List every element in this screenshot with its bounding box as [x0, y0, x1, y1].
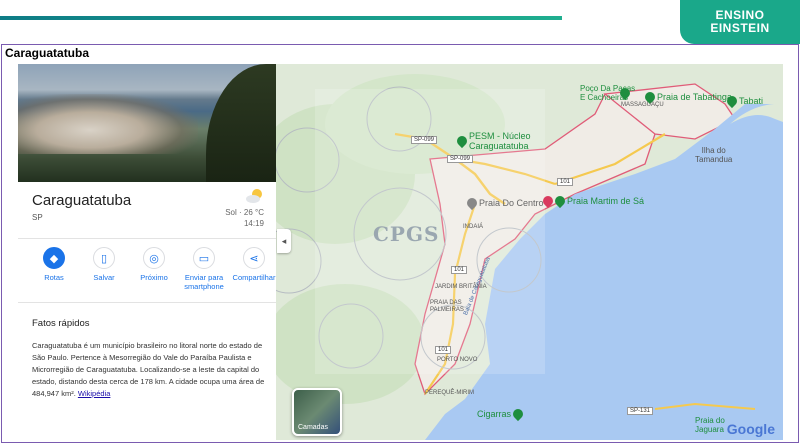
map-pin-icon — [552, 193, 568, 209]
map-pin-icon — [454, 133, 470, 149]
send-to-phone-button[interactable]: ▭ Enviar para smartphone — [180, 247, 228, 291]
send-to-phone-icon: ▭ — [193, 247, 215, 269]
poi-selected-marker[interactable] — [540, 193, 556, 209]
weather-condition: Sol · 26 °C — [225, 208, 264, 217]
action-row: ◆ Rotas ▯ Salvar ◎ Próximo ▭ Enviar para… — [18, 247, 276, 291]
road-label: 101 — [435, 346, 452, 354]
action-label: Salvar — [93, 273, 115, 282]
place-panel: Caraguatatuba SP Sol · 26 °C 14:19 ◆ Rot… — [18, 64, 276, 440]
area-label: PRAIA DAS PALMEIRAS — [430, 300, 464, 313]
poi-praia-jaguara[interactable]: Praia do Jaguara — [695, 416, 725, 434]
map-pin-icon — [724, 93, 740, 109]
place-photo[interactable] — [18, 64, 276, 182]
slide: ENSINO EINSTEIN Caraguatatuba CPGS SP-09… — [0, 0, 800, 445]
share-button[interactable]: ⋖ Compartilhar — [230, 247, 278, 291]
brand-logo: ENSINO EINSTEIN — [680, 0, 800, 44]
road-label: SP-099 — [411, 136, 438, 144]
road-label: SP-131 — [627, 407, 654, 415]
header-accent-bar — [0, 16, 562, 20]
divider — [18, 238, 276, 239]
place-name: Caraguatatuba — [32, 192, 132, 209]
watermark-text: CPGS — [373, 222, 440, 246]
area-label: INDAIÁ — [463, 224, 484, 230]
island-label: Ilha do Tamandua — [695, 146, 733, 164]
photo-city — [18, 94, 198, 154]
nearby-button[interactable]: ◎ Próximo — [130, 247, 178, 291]
action-label: Compartilhar — [232, 273, 276, 282]
photo-hill — [206, 64, 276, 182]
map-pin-icon — [617, 85, 633, 101]
selected-pin-icon — [540, 193, 556, 209]
slide-title: Caraguatatuba — [5, 46, 90, 60]
directions-icon: ◆ — [43, 247, 65, 269]
area-label: PEREQUÊ-MIRIM — [425, 390, 475, 396]
place-state: SP — [32, 213, 43, 222]
poi-tabati[interactable]: Tabati — [724, 93, 763, 109]
weather-time: 14:19 — [243, 219, 264, 228]
share-icon: ⋖ — [243, 247, 265, 269]
area-label: PORTO NOVO — [437, 357, 478, 363]
poi-praia-tabatinga[interactable]: Praia de Tabatinga — [642, 89, 732, 105]
collapse-panel-button[interactable]: ◂ — [277, 229, 291, 253]
wikipedia-link[interactable]: Wikipédia — [78, 389, 111, 398]
poi-cigarras[interactable]: Cigarras — [477, 406, 526, 422]
action-label: Rotas — [44, 273, 64, 282]
quick-facts-body: Caraguatatuba é um município brasileiro … — [32, 341, 265, 398]
quick-facts-heading: Fatos rápidos — [32, 318, 90, 329]
map-view[interactable]: CPGS SP-099 SP-099 101 101 101 SP-131 Po… — [275, 64, 783, 440]
poi-praia-do-centro[interactable]: Praia Do Centro — [464, 195, 544, 211]
area-label: MASSAGUAÇU — [621, 102, 664, 108]
partly-sunny-icon — [246, 189, 262, 203]
quick-facts-text: Caraguatatuba é um município brasileiro … — [32, 340, 272, 400]
layers-button[interactable]: Camadas — [292, 388, 342, 436]
nearby-icon: ◎ — [143, 247, 165, 269]
action-label: Próximo — [140, 273, 168, 282]
layers-label: Camadas — [298, 424, 328, 431]
road-label: SP-099 — [447, 155, 474, 163]
road-label: 101 — [557, 178, 574, 186]
directions-button[interactable]: ◆ Rotas — [30, 247, 78, 291]
chevron-left-icon: ◂ — [281, 236, 287, 246]
save-button[interactable]: ▯ Salvar — [80, 247, 128, 291]
map-pin-icon — [464, 195, 480, 211]
divider — [18, 302, 276, 303]
map-pin-icon — [510, 406, 526, 422]
bookmark-icon: ▯ — [93, 247, 115, 269]
poi-pesm[interactable]: PESM - Núcleo Caraguatatuba — [454, 131, 531, 151]
action-label: Enviar para smartphone — [184, 273, 224, 291]
poi-praia-martim-de-sa[interactable]: Praia Martim de Sá — [552, 193, 644, 209]
weather-info: Sol · 26 °C 14:19 — [225, 207, 264, 229]
road-label: 101 — [451, 266, 468, 274]
brand-line-2: EINSTEIN — [710, 21, 770, 35]
google-logo: Google — [726, 421, 775, 437]
poi-poco-pin[interactable] — [617, 85, 633, 101]
